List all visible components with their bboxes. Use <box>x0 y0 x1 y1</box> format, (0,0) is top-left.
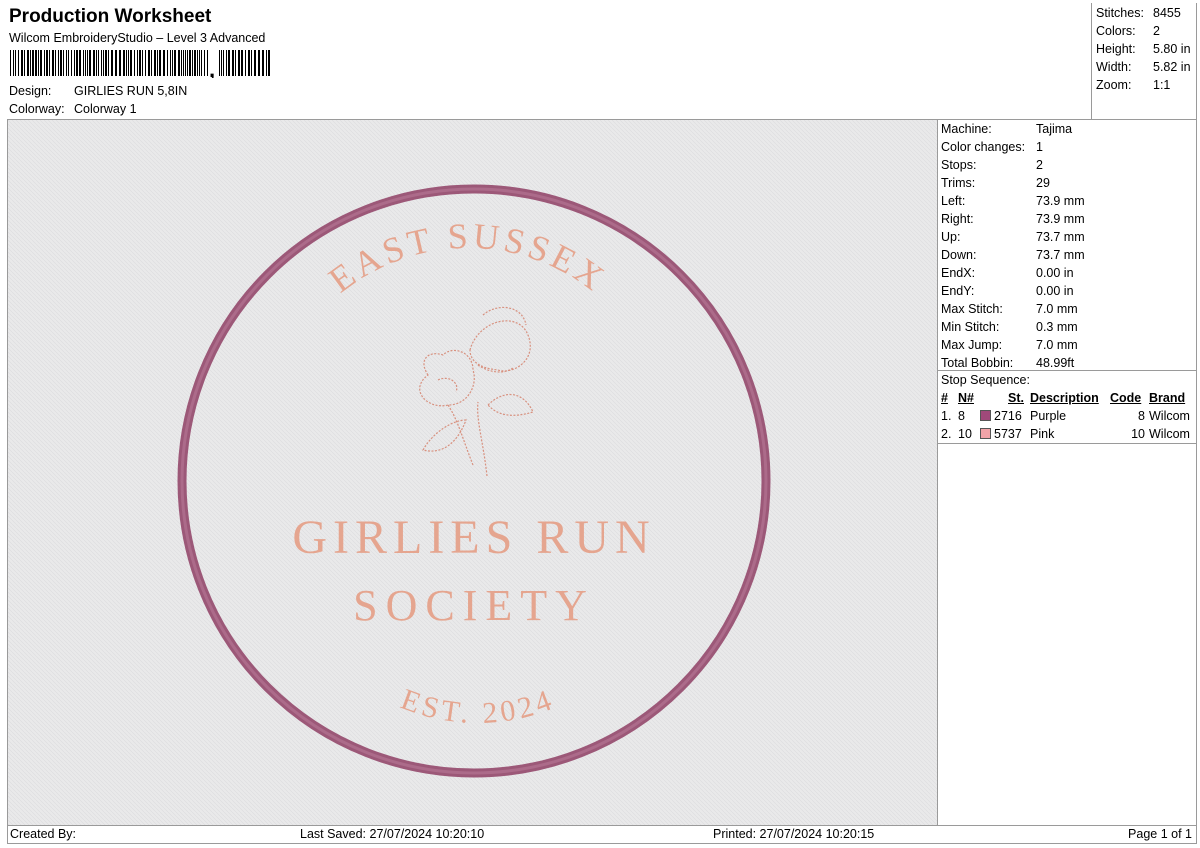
side-panel: Machine: Tajima Color changes: 1 Stops: 2 Trim… <box>938 119 1197 826</box>
row-num: 1. <box>941 409 952 423</box>
stat-stitches-value: 8455 <box>1153 6 1181 20</box>
row-n: 10 <box>958 427 972 441</box>
machine-info-value: 2 <box>1036 158 1043 172</box>
machine-info-value: 0.00 in <box>1036 266 1074 280</box>
machine-info-label: EndX: <box>941 266 976 280</box>
footer: Created By: Last Saved: 27/07/2024 10:20… <box>7 826 1197 844</box>
page-number: Page 1 of 1 <box>1128 827 1192 841</box>
stat-colors-label: Colors: <box>1096 24 1136 38</box>
row-st: 5737 <box>994 427 1022 441</box>
stop-sequence-title: Stop Sequence: <box>941 373 1030 387</box>
row-n: 8 <box>958 409 965 423</box>
stat-width-label: Width: <box>1096 60 1132 74</box>
machine-info-label: Down: <box>941 248 977 262</box>
machine-info-value: 73.7 mm <box>1036 230 1085 244</box>
row-code: 10 <box>1131 427 1145 441</box>
printed-date: Printed: 27/07/2024 10:20:15 <box>713 827 875 841</box>
stat-stitches-label: Stitches: <box>1096 6 1144 20</box>
stat-colors-value: 2 <box>1153 24 1160 38</box>
stat-width-value: 5.82 in <box>1153 60 1191 74</box>
color-swatch <box>980 410 991 421</box>
row-description: Pink <box>1030 427 1055 441</box>
machine-info-value: 0.00 in <box>1036 284 1074 298</box>
stats-panel: Stitches: 8455 Colors: 2 Height: 5.80 in… <box>1091 3 1197 119</box>
stat-height-label: Height: <box>1096 42 1136 56</box>
stat-zoom-value: 1:1 <box>1153 78 1171 92</box>
machine-info-value: 73.7 mm <box>1036 248 1085 262</box>
table-bottom-rule <box>938 443 1197 444</box>
table-row: 1. 8 2716 Purple 8 Wilcom <box>938 407 1197 425</box>
stat-height-value: 5.80 in <box>1153 42 1191 56</box>
machine-info-label: Trims: <box>941 176 976 190</box>
table-row: 2. 10 5737 Pink 10 Wilcom <box>938 425 1197 443</box>
design-line-2: SOCIETY <box>353 581 595 630</box>
row-num: 2. <box>941 427 952 441</box>
machine-info-label: Machine: <box>941 122 992 136</box>
color-swatch <box>980 428 991 439</box>
last-saved: Last Saved: 27/07/2024 10:20:10 <box>300 827 485 841</box>
machine-info-value: 29 <box>1036 176 1050 190</box>
design-line-1: GIRLIES RUN <box>292 511 655 564</box>
design-preview: EAST SUSSEX GIRLIES RUN SOCIETY EST. 202… <box>7 119 938 826</box>
row-description: Purple <box>1030 409 1067 423</box>
row-brand: Wilcom <box>1149 427 1190 441</box>
header-frame <box>7 3 1197 120</box>
machine-info-label: Min Stitch: <box>941 320 1000 334</box>
machine-info-value: 1 <box>1036 140 1043 154</box>
machine-info-value: 7.0 mm <box>1036 302 1078 316</box>
stop-sequence-header: # N# St. Description Code Brand <box>938 389 1197 407</box>
embroidery-design: EAST SUSSEX GIRLIES RUN SOCIETY EST. 202… <box>8 120 937 825</box>
machine-info-label: Up: <box>941 230 961 244</box>
header-brand: Brand <box>1149 391 1186 405</box>
machine-info-value: Tajima <box>1036 122 1073 136</box>
machine-info-value: 7.0 mm <box>1036 338 1078 352</box>
machine-info-label: Stops: <box>941 158 977 172</box>
row-brand: Wilcom <box>1149 409 1190 423</box>
header-description: Description <box>1030 391 1099 405</box>
machine-info-label: Max Jump: <box>941 338 1003 352</box>
header-num: # <box>941 391 948 405</box>
header-code: Code <box>1110 391 1142 405</box>
machine-info-label: Right: <box>941 212 974 226</box>
row-st: 2716 <box>994 409 1022 423</box>
machine-info-value: 0.3 mm <box>1036 320 1078 334</box>
machine-info-label: EndY: <box>941 284 975 298</box>
machine-info-label: Left: <box>941 194 966 208</box>
stat-zoom-label: Zoom: <box>1096 78 1132 92</box>
machine-info-label: Max Stitch: <box>941 302 1003 316</box>
machine-info-label: Color changes: <box>941 140 1026 154</box>
machine-info-value: 73.9 mm <box>1036 212 1085 226</box>
created-by: Created By: <box>10 827 77 841</box>
header-n: N# <box>958 391 974 405</box>
machine-info-value: 73.9 mm <box>1036 194 1085 208</box>
row-code: 8 <box>1138 409 1145 423</box>
header-st: St. <box>1008 391 1024 405</box>
